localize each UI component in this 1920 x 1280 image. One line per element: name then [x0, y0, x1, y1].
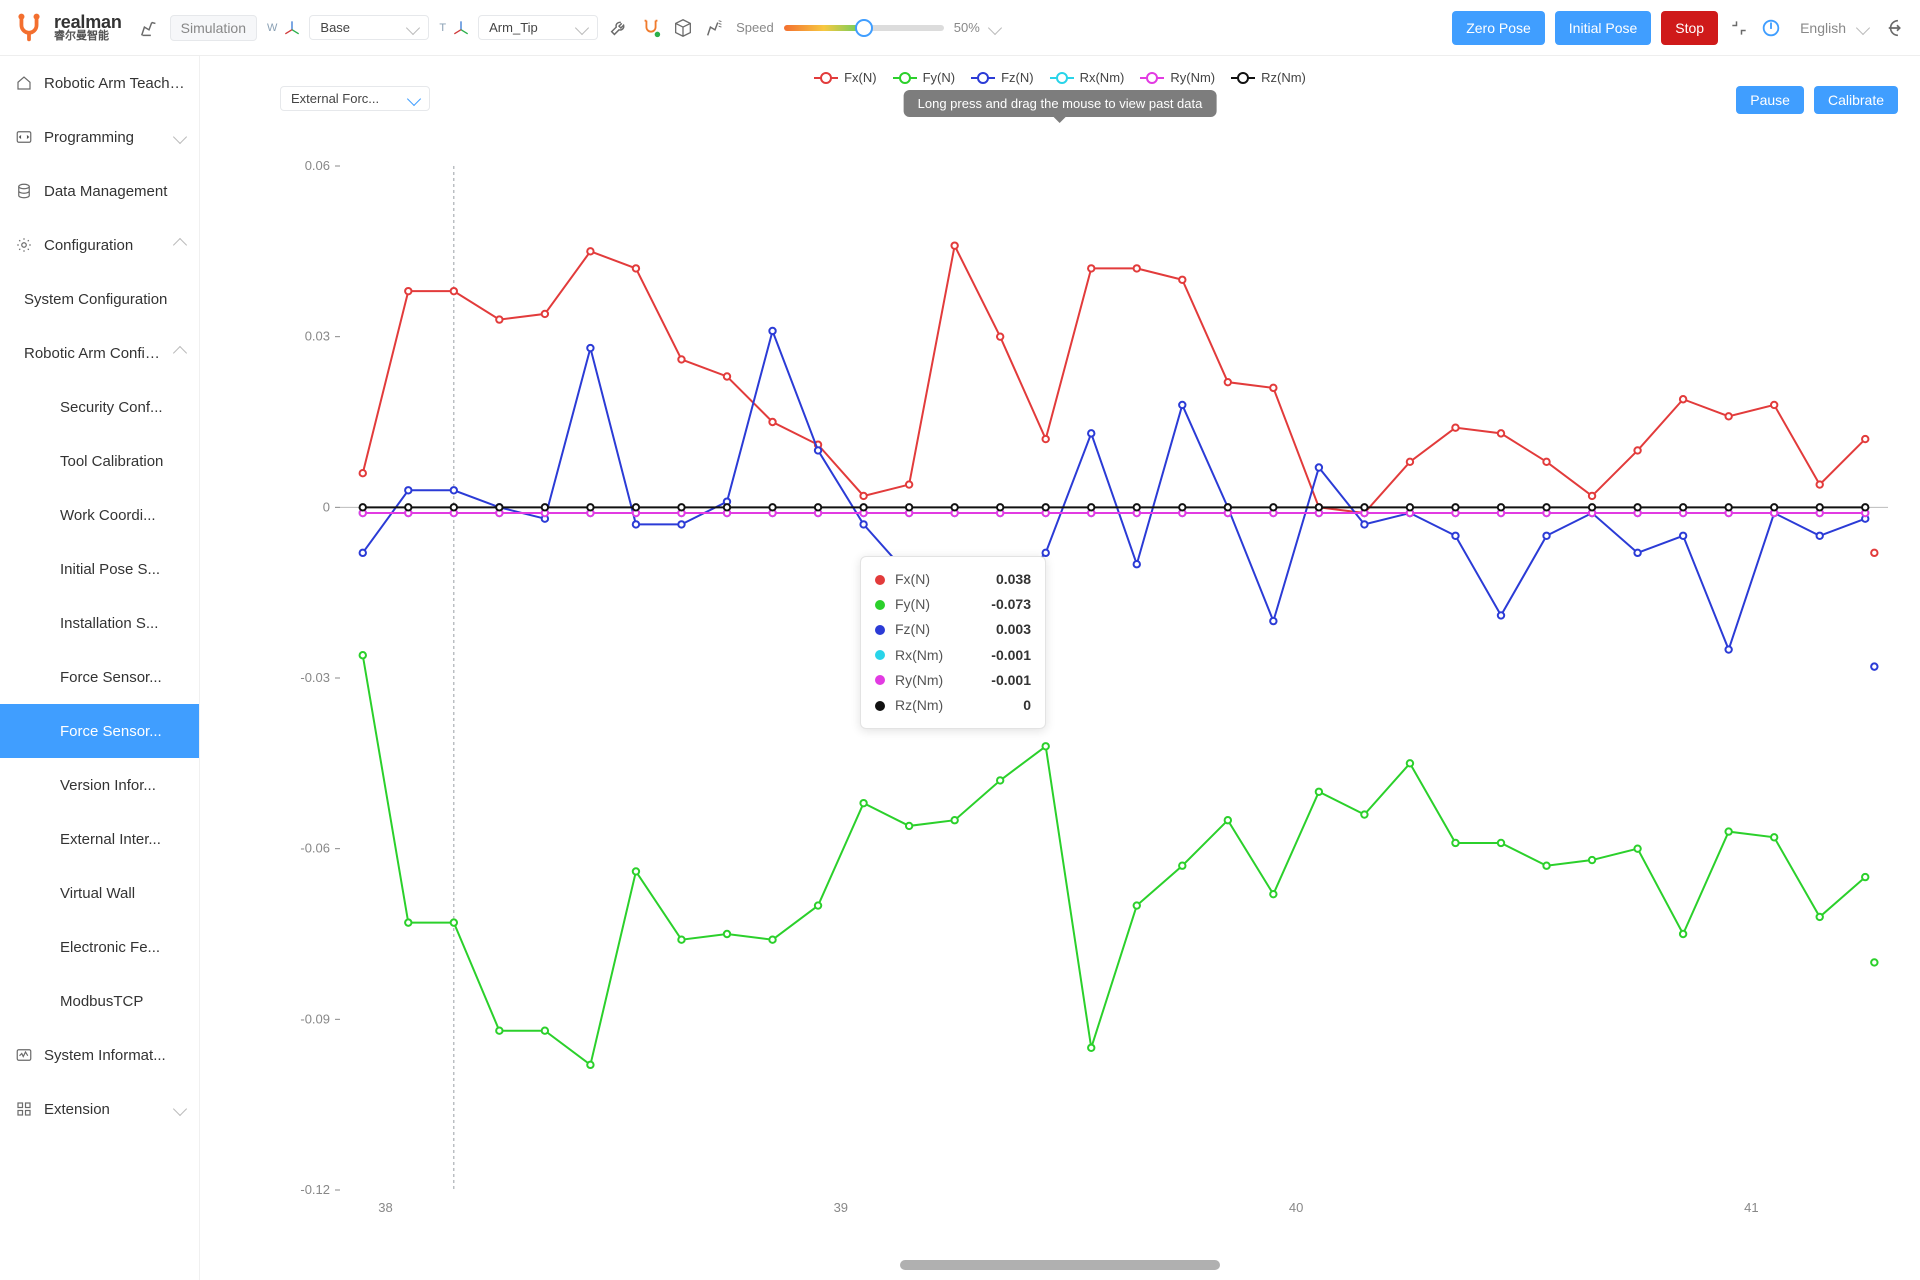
chevron-up-icon — [173, 238, 187, 252]
force-type-selector[interactable]: External Forc... — [280, 86, 430, 111]
nav-configuration[interactable]: Configuration — [0, 218, 199, 272]
legend-item[interactable]: Rz(Nm) — [1231, 70, 1306, 85]
nav-force-sensor-2[interactable]: Force Sensor... — [0, 704, 199, 758]
nav-robotic-arm-teaching[interactable]: Robotic Arm Teaching — [0, 56, 199, 110]
logout-icon[interactable] — [1886, 17, 1908, 39]
svg-text:-0.09: -0.09 — [300, 1011, 330, 1026]
nav-programming[interactable]: Programming — [0, 110, 199, 164]
nav-extension[interactable]: Extension — [0, 1082, 199, 1136]
wrench-icon[interactable] — [608, 17, 630, 39]
svg-text:38: 38 — [378, 1200, 392, 1215]
nav-system-information[interactable]: System Informat... — [0, 1028, 199, 1082]
power-icon[interactable] — [1760, 17, 1782, 39]
legend-item[interactable]: Fz(N) — [971, 70, 1034, 85]
axes-icon — [281, 17, 303, 39]
cube-icon[interactable] — [672, 17, 694, 39]
svg-text:0.06: 0.06 — [305, 158, 330, 173]
brand-en: realman — [54, 13, 122, 31]
chart-hint-tooltip: Long press and drag the mouse to view pa… — [904, 90, 1217, 117]
initial-pose-button[interactable]: Initial Pose — [1555, 11, 1651, 45]
chart-legend: Fx(N) Fy(N) Fz(N) Rx(Nm) Ry(Nm) Rz(Nm) — [200, 70, 1920, 85]
brand-logo: realman 睿尔曼智能 — [12, 11, 122, 45]
axes-icon — [450, 17, 472, 39]
svg-text:40: 40 — [1289, 1200, 1303, 1215]
horizontal-scrollbar[interactable] — [900, 1260, 1220, 1270]
chevron-down-icon — [173, 130, 187, 144]
speed-slider[interactable] — [784, 25, 944, 31]
brand-icon — [12, 11, 46, 45]
shrink-icon[interactable] — [1728, 17, 1750, 39]
sidebar: Robotic Arm Teaching Programming Data Ma… — [0, 56, 200, 1280]
svg-text:41: 41 — [1744, 1200, 1758, 1215]
nav-initial-pose-setting[interactable]: Initial Pose S... — [0, 542, 199, 596]
nav-external-interface[interactable]: External Inter... — [0, 812, 199, 866]
svg-text:0.03: 0.03 — [305, 329, 330, 344]
nav-robotic-arm-config[interactable]: Robotic Arm Config... — [0, 326, 199, 380]
main-panel: Fx(N) Fy(N) Fz(N) Rx(Nm) Ry(Nm) Rz(Nm) Long p… — [200, 56, 1920, 1280]
legend-item[interactable]: Fx(N) — [814, 70, 877, 85]
activity-icon — [14, 1045, 34, 1065]
zero-pose-button[interactable]: Zero Pose — [1452, 11, 1545, 45]
speed-control: Speed 50% — [704, 17, 1000, 39]
home-icon — [14, 73, 34, 93]
legend-item[interactable]: Rx(Nm) — [1050, 70, 1125, 85]
nav-force-sensor-1[interactable]: Force Sensor... — [0, 650, 199, 704]
gear-icon — [14, 235, 34, 255]
svg-text:-0.03: -0.03 — [300, 670, 330, 685]
base-frame-selector[interactable]: W Base — [267, 15, 429, 40]
nav-work-coordinate[interactable]: Work Coordi... — [0, 488, 199, 542]
svg-text:-0.12: -0.12 — [300, 1182, 330, 1197]
chevron-up-icon — [173, 346, 187, 360]
nav-installation-setting[interactable]: Installation S... — [0, 596, 199, 650]
nav-electronic-fence[interactable]: Electronic Fe... — [0, 920, 199, 974]
robot-mode-icon[interactable] — [138, 17, 160, 39]
speed-icon — [704, 17, 726, 39]
top-toolbar: realman 睿尔曼智能 Simulation W Base T Arm_Ti… — [0, 0, 1920, 56]
svg-text:-0.06: -0.06 — [300, 841, 330, 856]
svg-text:0: 0 — [323, 499, 330, 514]
nav-data-management[interactable]: Data Management — [0, 164, 199, 218]
nav-system-configuration[interactable]: System Configuration — [0, 272, 199, 326]
nav-security-conf[interactable]: Security Conf... — [0, 380, 199, 434]
chevron-down-icon — [173, 1102, 187, 1116]
pause-button[interactable]: Pause — [1736, 86, 1804, 114]
force-chart[interactable]: -0.12 -0.09 -0.06 -0.03 0 0.03 0.06 38 39 40 41 — [280, 156, 1898, 1220]
chart-tooltip: Fx(N)0.038Fy(N)-0.073Fz(N)0.003Rx(Nm)-0.… — [860, 556, 1046, 729]
apps-icon — [14, 1099, 34, 1119]
nav-virtual-wall[interactable]: Virtual Wall — [0, 866, 199, 920]
nav-tool-calibration[interactable]: Tool Calibration — [0, 434, 199, 488]
connection-icon[interactable] — [640, 17, 662, 39]
language-selector[interactable]: English — [1792, 16, 1876, 40]
stop-button[interactable]: Stop — [1661, 11, 1718, 45]
speed-label: Speed — [736, 20, 774, 35]
legend-item[interactable]: Ry(Nm) — [1140, 70, 1215, 85]
nav-modbus-tcp[interactable]: ModbusTCP — [0, 974, 199, 1028]
speed-value-select[interactable]: 50% — [954, 20, 1000, 35]
calibrate-button[interactable]: Calibrate — [1814, 86, 1898, 114]
mode-indicator: Simulation — [170, 15, 257, 41]
code-icon — [14, 127, 34, 147]
tool-frame-selector[interactable]: T Arm_Tip — [439, 15, 598, 40]
brand-cn: 睿尔曼智能 — [54, 31, 122, 42]
legend-item[interactable]: Fy(N) — [893, 70, 956, 85]
svg-text:39: 39 — [834, 1200, 848, 1215]
database-icon — [14, 181, 34, 201]
nav-version-info[interactable]: Version Infor... — [0, 758, 199, 812]
